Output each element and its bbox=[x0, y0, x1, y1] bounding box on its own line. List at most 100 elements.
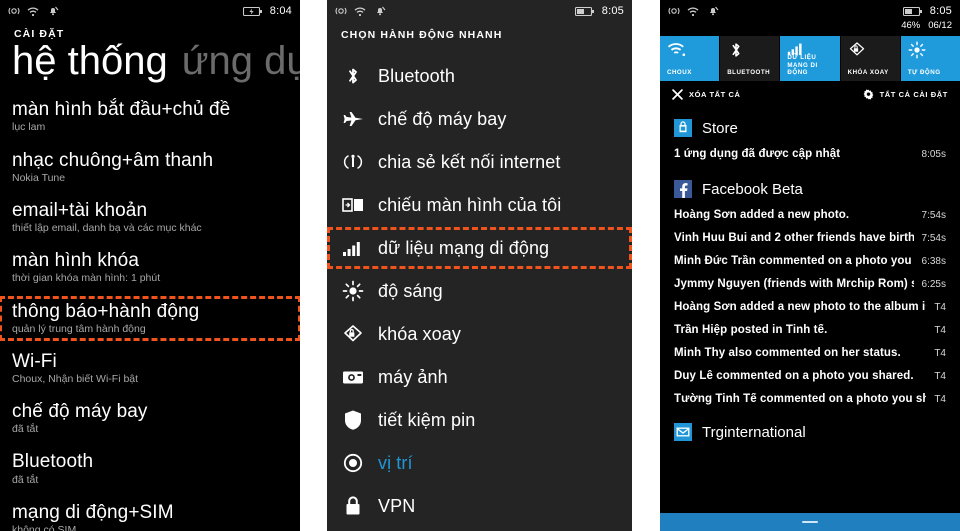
settings-row-title: thông báo+hành động bbox=[12, 300, 200, 322]
wifi-icon bbox=[354, 6, 367, 17]
notification-text: Jymmy Nguyen (friends with Mrchip Rom) s… bbox=[674, 278, 914, 290]
settings-row-title: email+tài khoản bbox=[12, 199, 148, 221]
notification-time: T4 bbox=[934, 348, 946, 359]
notification-group-mail: Trginternational bbox=[660, 419, 960, 447]
tile-wifi[interactable]: CHOUX bbox=[660, 36, 720, 81]
status-bar: 8:05 bbox=[327, 0, 632, 22]
battery-saver-shield-icon bbox=[341, 408, 365, 432]
status-date: 06/12 bbox=[928, 20, 952, 31]
status-time: 8:05 bbox=[601, 5, 624, 17]
quick-action-camera[interactable]: máy ảnh bbox=[327, 356, 632, 398]
notification-group-header[interactable]: Store bbox=[660, 115, 960, 143]
brightness-icon bbox=[341, 279, 365, 303]
battery-icon bbox=[902, 6, 923, 17]
notification-app-name: Store bbox=[702, 119, 738, 137]
quick-action-internet-sharing[interactable]: chia sẻ kết nối internet bbox=[327, 141, 632, 183]
tile-rotation-lock[interactable]: KHÓA XOAY bbox=[840, 36, 900, 81]
settings-row[interactable]: Wi-Fi Choux, Nhận biết Wi-Fi bật bbox=[0, 347, 300, 390]
battery-icon bbox=[574, 6, 595, 17]
notification-item[interactable]: Tường Tinh Tế commented on a photo you s… bbox=[660, 388, 960, 411]
lock-icon bbox=[341, 494, 365, 518]
clear-all-button[interactable]: XÓA TẤT CẢ bbox=[672, 88, 741, 100]
notification-item[interactable]: Jymmy Nguyen (friends with Mrchip Rom) s… bbox=[660, 273, 960, 296]
settings-row-notifications-actions[interactable]: thông báo+hành động quản lý trung tâm hà… bbox=[0, 295, 300, 341]
settings-row[interactable]: màn hình bắt đầu+chủ đề lục lam bbox=[0, 95, 300, 138]
tile-brightness-auto[interactable]: TỰ ĐỘNG bbox=[900, 36, 960, 81]
wifi-icon bbox=[687, 6, 700, 17]
all-settings-button[interactable]: TẤT CẢ CÀI ĐẶT bbox=[863, 89, 948, 100]
bluetooth-icon bbox=[727, 41, 745, 59]
settings-row-subtitle: quản lý trung tâm hành động bbox=[12, 322, 146, 335]
airplane-icon bbox=[341, 107, 365, 131]
notification-time: T4 bbox=[934, 325, 946, 336]
notification-item[interactable]: Minh Thy also commented on her status. T… bbox=[660, 342, 960, 365]
settings-row[interactable]: email+tài khoản thiết lập email, danh bạ… bbox=[0, 196, 300, 239]
facebook-icon bbox=[674, 180, 692, 198]
settings-row-title: mạng di động+SIM bbox=[12, 501, 174, 523]
notification-group-header[interactable]: Facebook Beta bbox=[660, 176, 960, 204]
settings-row-subtitle: không có SIM bbox=[12, 524, 77, 531]
pivot-header-system[interactable]: hệ thống bbox=[12, 38, 168, 85]
quick-action-project-my-screen[interactable]: chiếu màn hình của tôi bbox=[327, 184, 632, 226]
quick-action-bluetooth[interactable]: Bluetooth bbox=[327, 55, 632, 97]
quick-action-rotation-lock[interactable]: khóa xoay bbox=[327, 313, 632, 355]
bell-muted-icon bbox=[707, 5, 719, 17]
action-center-toolbar: XÓA TẤT CẢ TẤT CẢ CÀI ĐẶT bbox=[660, 81, 960, 107]
quick-action-cellular-data[interactable]: dữ liệu mạng di động bbox=[327, 227, 632, 269]
quick-action-location[interactable]: vị trí bbox=[327, 442, 632, 484]
settings-row-subtitle: đã tắt bbox=[12, 423, 39, 436]
settings-row-title: chế độ máy bay bbox=[12, 401, 148, 423]
quick-action-label: chế độ máy bay bbox=[378, 108, 507, 129]
status-time: 8:05 bbox=[929, 5, 952, 17]
settings-row[interactable]: Bluetooth đã tắt bbox=[0, 447, 300, 490]
gear-icon bbox=[863, 89, 874, 100]
settings-row[interactable]: chế độ máy bay đã tắt bbox=[0, 397, 300, 440]
action-center-bottom-bar[interactable] bbox=[660, 513, 960, 531]
settings-row-subtitle: thời gian khóa màn hình: 1 phút bbox=[12, 272, 161, 285]
screenshot-stage: 8:04 CÀI ĐẶT hệ thống ứng dụng màn hình … bbox=[0, 0, 960, 531]
status-bar-left-icons bbox=[8, 5, 59, 17]
settings-row-subtitle: Choux, Nhận biết Wi-Fi bật bbox=[12, 373, 139, 386]
notification-text: Tường Tinh Tế commented on a photo you s… bbox=[674, 393, 927, 405]
quick-action-label: dữ liệu mạng di động bbox=[378, 237, 550, 258]
all-settings-label: TẤT CẢ CÀI ĐẶT bbox=[879, 89, 948, 99]
notification-time: 6:25s bbox=[921, 279, 946, 290]
settings-row-title: nhạc chuông+âm thanh bbox=[12, 149, 214, 171]
notification-app-name: Facebook Beta bbox=[702, 180, 803, 198]
notification-group-header[interactable]: Trginternational bbox=[660, 419, 960, 447]
settings-row[interactable]: nhạc chuông+âm thanh Nokia Tune bbox=[0, 146, 300, 189]
quick-action-airplane-mode[interactable]: chế độ máy bay bbox=[327, 98, 632, 140]
notification-item[interactable]: Trần Hiệp posted in Tinh tế. T4 bbox=[660, 319, 960, 342]
notification-item[interactable]: Duy Lê commented on a photo you shared. … bbox=[660, 365, 960, 388]
pivot-header-apps[interactable]: ứng dụng bbox=[182, 38, 300, 85]
status-bar: 8:04 bbox=[0, 0, 300, 22]
camera-icon bbox=[341, 365, 365, 389]
settings-row[interactable]: màn hình khóa thời gian khóa màn hình: 1… bbox=[0, 246, 300, 289]
notification-time: 6:38s bbox=[921, 256, 946, 267]
settings-row-title: màn hình bắt đầu+chủ đề bbox=[12, 99, 231, 121]
quick-actions-title: CHỌN HÀNH ĐỘNG NHANH bbox=[341, 29, 503, 41]
settings-row-subtitle: đã tắt bbox=[12, 473, 39, 486]
notification-time: 8:05s bbox=[921, 149, 946, 160]
notification-item[interactable]: Vinh Huu Bui and 2 other friends have bi… bbox=[660, 227, 960, 250]
quick-actions-panel: 8:05 CHỌN HÀNH ĐỘNG NHANH Bluetooth chế … bbox=[327, 0, 632, 531]
quick-action-vpn[interactable]: VPN bbox=[327, 485, 632, 527]
notification-item[interactable]: 1 ứng dụng đã được cập nhật 8:05s bbox=[660, 143, 960, 166]
bell-muted-icon bbox=[47, 5, 59, 17]
notification-time: T4 bbox=[934, 371, 946, 382]
tile-bluetooth[interactable]: BLUETOOTH bbox=[720, 36, 780, 81]
notification-item[interactable]: Minh Đức Trần commented on a photo you s… bbox=[660, 250, 960, 273]
project-screen-icon bbox=[341, 193, 365, 217]
collapse-handle-icon[interactable] bbox=[802, 520, 818, 524]
notification-time: 7:54s bbox=[921, 233, 946, 244]
quick-action-battery-saver[interactable]: tiết kiệm pin bbox=[327, 399, 632, 441]
settings-row[interactable]: mạng di động+SIM không có SIM bbox=[0, 498, 300, 531]
quick-action-brightness[interactable]: độ sáng bbox=[327, 270, 632, 312]
notification-text: Hoàng Sơn added a new photo to the album… bbox=[674, 301, 927, 313]
tile-cellular-data[interactable]: DỮ LIỆU MẠNG DI ĐỘNG bbox=[780, 36, 840, 81]
notification-item[interactable]: Hoàng Sơn added a new photo. 7:54s bbox=[660, 204, 960, 227]
store-icon bbox=[674, 119, 692, 137]
notification-item[interactable]: Hoàng Sơn added a new photo to the album… bbox=[660, 296, 960, 319]
brightness-icon bbox=[908, 41, 926, 59]
quick-action-label: khóa xoay bbox=[378, 323, 461, 344]
